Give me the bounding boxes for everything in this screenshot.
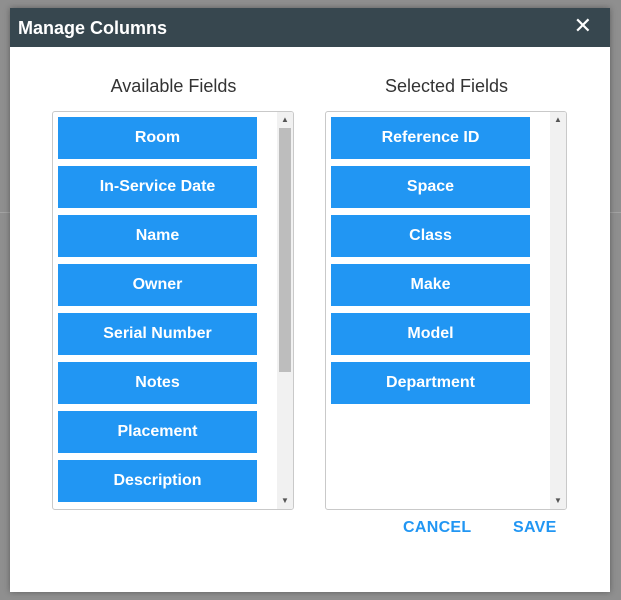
- field-item[interactable]: Room: [58, 117, 257, 159]
- selected-fields-heading: Selected Fields: [384, 76, 509, 96]
- backdrop-divider: [610, 212, 621, 213]
- arrow-down-icon[interactable]: ▼: [277, 494, 293, 508]
- arrow-down-icon[interactable]: ▼: [550, 494, 566, 508]
- field-item[interactable]: Department: [331, 362, 530, 404]
- scroll-thumb[interactable]: [279, 128, 291, 372]
- available-fields-items: Room In-Service Date Name Owner Serial Numbe…: [58, 117, 258, 509]
- field-item[interactable]: Owner: [58, 264, 257, 306]
- field-item[interactable]: Placement: [58, 411, 257, 453]
- field-item[interactable]: Model: [331, 313, 530, 355]
- cancel-button[interactable]: CANCEL: [403, 519, 471, 537]
- field-item[interactable]: Class: [331, 215, 530, 257]
- selected-fields-list[interactable]: Reference ID Space Class Make Model Departmen…: [325, 111, 567, 510]
- dialog-titlebar: Manage Columns ✕: [10, 8, 610, 47]
- backdrop-divider: [0, 212, 10, 213]
- close-icon[interactable]: ✕: [574, 14, 592, 38]
- field-item[interactable]: Description: [58, 460, 257, 502]
- field-item[interactable]: Reference ID: [331, 117, 530, 159]
- available-fields-list[interactable]: Room In-Service Date Name Owner Serial Numbe…: [52, 111, 294, 510]
- save-button[interactable]: SAVE: [513, 519, 557, 537]
- field-item[interactable]: Space: [331, 166, 530, 208]
- field-item[interactable]: Make: [331, 264, 530, 306]
- arrow-up-icon[interactable]: ▲: [550, 113, 566, 127]
- selected-scrollbar[interactable]: ▲ ▼: [550, 112, 566, 509]
- field-item[interactable]: Serial Number: [58, 313, 257, 355]
- available-scrollbar[interactable]: ▲ ▼: [277, 112, 293, 509]
- dialog-title: Manage Columns: [18, 18, 168, 38]
- arrow-up-icon[interactable]: ▲: [277, 113, 293, 127]
- selected-fields-items: Reference ID Space Class Make Model Departmen…: [331, 117, 531, 411]
- field-item[interactable]: Notes: [58, 362, 257, 404]
- available-fields-heading: Available Fields: [110, 76, 237, 96]
- manage-columns-dialog: Manage Columns ✕ Available Fields Select…: [10, 8, 610, 592]
- field-item[interactable]: In-Service Date: [58, 166, 257, 208]
- field-item[interactable]: Name: [58, 215, 257, 257]
